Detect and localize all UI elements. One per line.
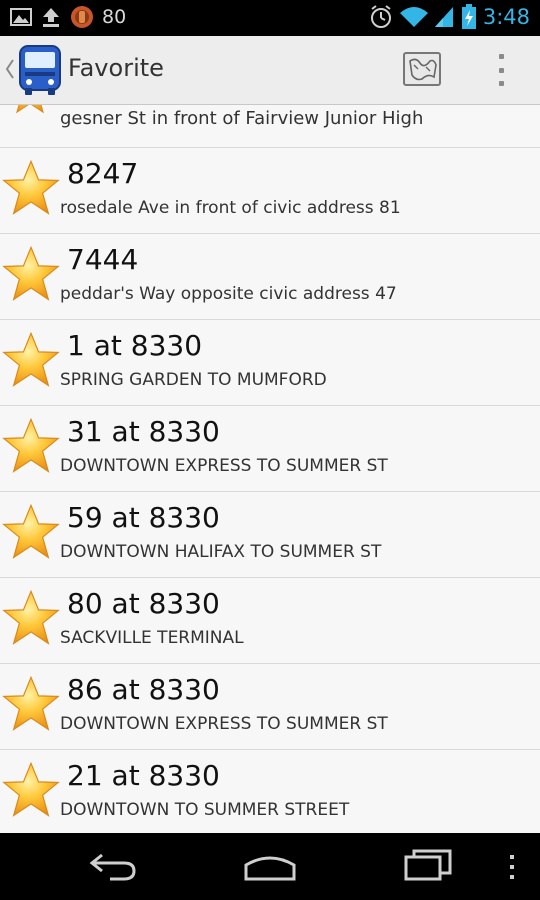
star-icon xyxy=(2,332,60,387)
list-item-subtitle: DOWNTOWN EXPRESS TO SUMMER ST xyxy=(60,456,388,476)
star-icon xyxy=(2,504,60,559)
list-item[interactable]: 59 at 8330 DOWNTOWN HALIFAX TO SUMMER ST xyxy=(0,492,540,578)
list-item-title: 1 at 8330 xyxy=(67,329,203,362)
list-item-subtitle: DOWNTOWN HALIFAX TO SUMMER ST xyxy=(60,542,382,562)
list-item-subtitle: rosedale Ave in front of civic address 8… xyxy=(60,198,401,218)
list-item-title: 31 at 8330 xyxy=(67,415,220,448)
list-item[interactable]: 7444 peddar's Way opposite civic address … xyxy=(0,234,540,320)
list-item[interactable]: 80 at 8330 SACKVILLE TERMINAL xyxy=(0,578,540,664)
list-item-subtitle: DOWNTOWN TO SUMMER STREET xyxy=(60,800,350,820)
image-icon xyxy=(10,8,32,26)
menu-icon[interactable] xyxy=(507,853,517,881)
app-notification-icon xyxy=(71,6,93,28)
up-caret-icon[interactable] xyxy=(5,58,15,80)
list-item[interactable]: 86 at 8330 DOWNTOWN EXPRESS TO SUMMER ST xyxy=(0,664,540,750)
list-item[interactable]: 1 at 8330 SPRING GARDEN TO MUMFORD xyxy=(0,320,540,406)
status-bar-left: 80 xyxy=(10,5,126,29)
list-item-title: 80 at 8330 xyxy=(67,587,220,620)
star-icon xyxy=(2,676,60,731)
wifi-icon xyxy=(399,7,428,27)
star-icon xyxy=(2,418,60,473)
list-item-subtitle: peddar's Way opposite civic address 47 xyxy=(60,284,397,304)
clock: 3:48 xyxy=(482,5,530,29)
signal-icon xyxy=(434,7,453,27)
list-item-title: 8247 xyxy=(67,157,139,190)
list-item-title: 21 at 8330 xyxy=(67,759,220,792)
navigation-bar xyxy=(0,833,540,900)
page-title: Favorite xyxy=(68,54,164,82)
recents-icon[interactable] xyxy=(402,847,454,883)
list-item-subtitle: SPRING GARDEN TO MUMFORD xyxy=(60,370,327,390)
star-icon xyxy=(2,246,60,301)
notification-count: 80 xyxy=(102,6,127,28)
star-icon xyxy=(16,105,44,114)
status-bar-right: 3:48 xyxy=(369,4,530,30)
star-icon xyxy=(2,762,60,817)
alarm-icon xyxy=(370,5,391,28)
star-icon xyxy=(2,590,60,645)
list-item-partial[interactable]: gesner St in front of Fairview Junior Hi… xyxy=(0,105,540,148)
list-item[interactable]: 21 at 8330 DOWNTOWN TO SUMMER STREET xyxy=(0,750,540,833)
list-item-subtitle: SACKVILLE TERMINAL xyxy=(60,628,244,648)
action-bar: Favorite xyxy=(0,36,540,105)
star-icon xyxy=(2,160,60,215)
list-item-subtitle: DOWNTOWN EXPRESS TO SUMMER ST xyxy=(60,714,388,734)
list-item-title: 59 at 8330 xyxy=(67,501,220,534)
battery-charging-icon xyxy=(461,4,476,29)
list-item-subtitle: gesner St in front of Fairview Junior Hi… xyxy=(60,108,424,129)
list-item-title: 7444 xyxy=(67,243,139,276)
list-item[interactable]: 31 at 8330 DOWNTOWN EXPRESS TO SUMMER ST xyxy=(0,406,540,492)
list-item[interactable]: 8247 rosedale Ave in front of civic addre… xyxy=(0,148,540,234)
map-icon[interactable] xyxy=(402,51,442,89)
status-bar: 80 3:48 xyxy=(0,0,540,36)
home-icon[interactable] xyxy=(242,847,298,883)
overflow-menu-icon[interactable] xyxy=(493,54,509,86)
favorites-list: gesner St in front of Fairview Junior Hi… xyxy=(0,105,540,833)
list-item-title: 86 at 8330 xyxy=(67,673,220,706)
bus-app-icon[interactable] xyxy=(18,44,62,96)
back-icon[interactable] xyxy=(88,847,138,883)
upload-icon xyxy=(43,8,59,27)
